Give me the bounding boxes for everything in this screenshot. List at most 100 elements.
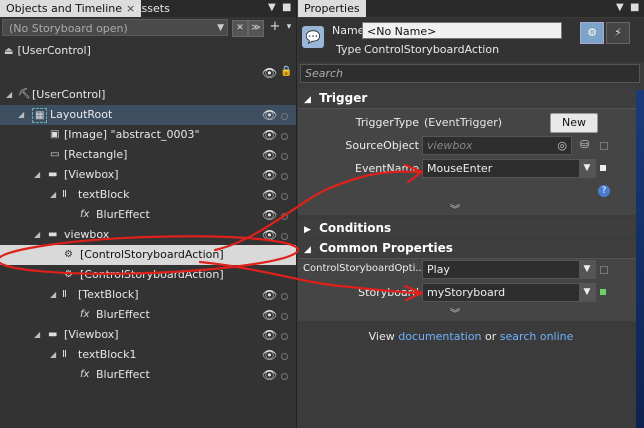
- storyboard-picker[interactable]: (No Storyboard open) ▼: [2, 19, 228, 36]
- events-view-button[interactable]: ⚡: [606, 22, 630, 44]
- usercontrol-icon: ⛏: [18, 89, 31, 100]
- lock-toggle[interactable]: [281, 333, 288, 340]
- eye-icon[interactable]: 👁: [262, 225, 277, 245]
- collapse-icon[interactable]: ≫: [248, 20, 264, 37]
- tab-properties[interactable]: Properties: [298, 0, 366, 17]
- expander-icon[interactable]: ◢: [34, 225, 40, 245]
- textblock-icon: Ⅱ: [62, 289, 67, 300]
- source-object-field[interactable]: viewbox ◎: [422, 136, 572, 155]
- eye-icon[interactable]: 👁: [262, 165, 277, 185]
- eye-icon[interactable]: 👁: [262, 185, 277, 205]
- control-storyboard-option-dropdown[interactable]: Play ▼: [422, 260, 596, 279]
- database-icon[interactable]: ⛁: [580, 138, 589, 151]
- eye-icon[interactable]: 👁: [262, 205, 277, 225]
- lock-toggle[interactable]: [281, 373, 288, 380]
- right-tab-bar: Properties ▼ ■: [298, 0, 644, 17]
- eye-icon[interactable]: 👁: [262, 125, 277, 145]
- expand-more-icon[interactable]: ︾: [450, 201, 460, 216]
- tree-item-usercontrol[interactable]: ◢ ⛏ [UserControl]: [0, 85, 296, 105]
- help-icon[interactable]: ?: [598, 185, 610, 197]
- expander-icon[interactable]: ◢: [6, 85, 12, 105]
- expander-icon[interactable]: ◢: [34, 165, 40, 185]
- tab-label: Properties: [304, 2, 360, 15]
- storyboard-dropdown[interactable]: myStoryboard ▼: [422, 283, 596, 302]
- eye-icon[interactable]: 👁: [262, 145, 277, 165]
- lock-toggle[interactable]: [281, 113, 288, 120]
- expander-icon[interactable]: ◢: [50, 285, 56, 305]
- eye-icon[interactable]: 👁: [262, 365, 277, 385]
- lock-toggle[interactable]: [281, 213, 288, 220]
- lock-toggle[interactable]: [281, 173, 288, 180]
- behavior-icon: ⚙: [64, 269, 73, 280]
- eye-icon[interactable]: 👁: [262, 305, 277, 325]
- tree-item-controlstoryboardaction-selected[interactable]: ⚙ [ControlStoryboardAction]: [0, 245, 296, 265]
- properties-footer: View documentation or search online: [298, 330, 644, 343]
- eye-icon[interactable]: 👁: [262, 66, 277, 80]
- lock-toggle[interactable]: [281, 153, 288, 160]
- eye-icon[interactable]: 👁: [262, 285, 277, 305]
- storyboard-menu-icon[interactable]: ▾: [282, 20, 296, 35]
- conditions-section-header[interactable]: ▶ Conditions: [298, 219, 644, 237]
- expander-icon: ▶: [304, 225, 311, 235]
- tree-item-blureffect-3[interactable]: fx BlurEffect 👁: [0, 365, 296, 385]
- tree-item-blureffect[interactable]: fx BlurEffect 👁: [0, 205, 296, 225]
- properties-view-button[interactable]: ⚙: [580, 22, 604, 44]
- tree-item-textblock[interactable]: ◢ Ⅱ textBlock 👁: [0, 185, 296, 205]
- target-picker-icon[interactable]: ◎: [557, 137, 567, 155]
- tree-item-textblock-2[interactable]: ◢ Ⅱ [TextBlock] 👁: [0, 285, 296, 305]
- scope-usercontrol[interactable]: ⏏ [UserControl]: [4, 44, 91, 57]
- name-field[interactable]: <No Name>: [362, 22, 562, 39]
- search-online-link[interactable]: search online: [500, 330, 574, 343]
- tree-item-viewbox-3[interactable]: ◢ ▬ [Viewbox] 👁: [0, 325, 296, 345]
- tree-item-viewbox[interactable]: ◢ ▬ [Viewbox] 👁: [0, 165, 296, 185]
- tab-objects-and-timeline[interactable]: Objects and Timeline ×: [0, 0, 142, 17]
- expand-more-icon[interactable]: ︾: [450, 305, 460, 320]
- lock-toggle[interactable]: [281, 193, 288, 200]
- advanced-options-marker[interactable]: [600, 165, 606, 171]
- advanced-options-marker[interactable]: [600, 266, 608, 274]
- tree-item-label: LayoutRoot: [50, 108, 113, 121]
- eye-icon[interactable]: 👁: [262, 325, 277, 345]
- expander-icon[interactable]: ◢: [34, 325, 40, 345]
- control-storyboard-option-label: ControlStoryboardOpti...: [303, 263, 421, 274]
- tab-assets[interactable]: Assets: [128, 0, 176, 17]
- lock-toggle[interactable]: [281, 133, 288, 140]
- expander-icon[interactable]: ◢: [18, 105, 24, 125]
- eye-icon[interactable]: 👁: [262, 105, 277, 125]
- close-storyboard-icon[interactable]: ✕: [232, 20, 248, 37]
- tree-item-image[interactable]: ▣ [Image] "abstract_0003" 👁: [0, 125, 296, 145]
- lock-toggle[interactable]: [281, 313, 288, 320]
- search-input[interactable]: Search: [300, 64, 640, 83]
- name-value: <No Name>: [367, 25, 437, 38]
- event-name-dropdown[interactable]: MouseEnter ▼: [422, 159, 596, 178]
- common-properties-section-header[interactable]: ◢ Common Properties: [298, 239, 644, 257]
- pin-icon[interactable]: ▼: [616, 2, 624, 13]
- tree-item-layoutroot[interactable]: ◢ ▦ LayoutRoot 👁: [0, 105, 296, 125]
- add-storyboard-button[interactable]: +: [268, 20, 282, 35]
- documentation-link[interactable]: documentation: [398, 330, 481, 343]
- dock-icon[interactable]: ■: [282, 2, 291, 13]
- tree-item-controlstoryboardaction[interactable]: ⚙ [ControlStoryboardAction]: [0, 265, 296, 285]
- databound-marker[interactable]: [600, 289, 606, 295]
- lock-toggle[interactable]: [281, 233, 288, 240]
- advanced-options-marker[interactable]: [600, 142, 608, 150]
- tree-item-textblock1[interactable]: ◢ Ⅱ textBlock1 👁: [0, 345, 296, 365]
- expander-icon[interactable]: ◢: [50, 345, 56, 365]
- source-object-value: viewbox: [427, 139, 473, 152]
- lock-toggle[interactable]: [281, 293, 288, 300]
- tree-item-viewbox-named[interactable]: ◢ ▬ viewbox 👁: [0, 225, 296, 245]
- tree-item-blureffect-2[interactable]: fx BlurEffect 👁: [0, 305, 296, 325]
- dock-icon[interactable]: ■: [630, 2, 639, 13]
- pin-icon[interactable]: ▼: [268, 2, 276, 13]
- lock-toggle[interactable]: [281, 353, 288, 360]
- expander-icon[interactable]: ◢: [50, 185, 56, 205]
- scope-label: [UserControl]: [17, 44, 91, 57]
- eye-icon[interactable]: 👁: [262, 345, 277, 365]
- lock-icon[interactable]: 🔒: [280, 66, 292, 77]
- textblock-icon: Ⅱ: [62, 349, 67, 360]
- trigger-section-header[interactable]: ◢ Trigger: [298, 89, 644, 107]
- storyboard-label: Storyboard: [358, 286, 419, 299]
- tree-item-rectangle[interactable]: ▭ [Rectangle] 👁: [0, 145, 296, 165]
- chevron-down-icon: ▼: [579, 261, 595, 278]
- new-trigger-button[interactable]: New: [550, 113, 598, 133]
